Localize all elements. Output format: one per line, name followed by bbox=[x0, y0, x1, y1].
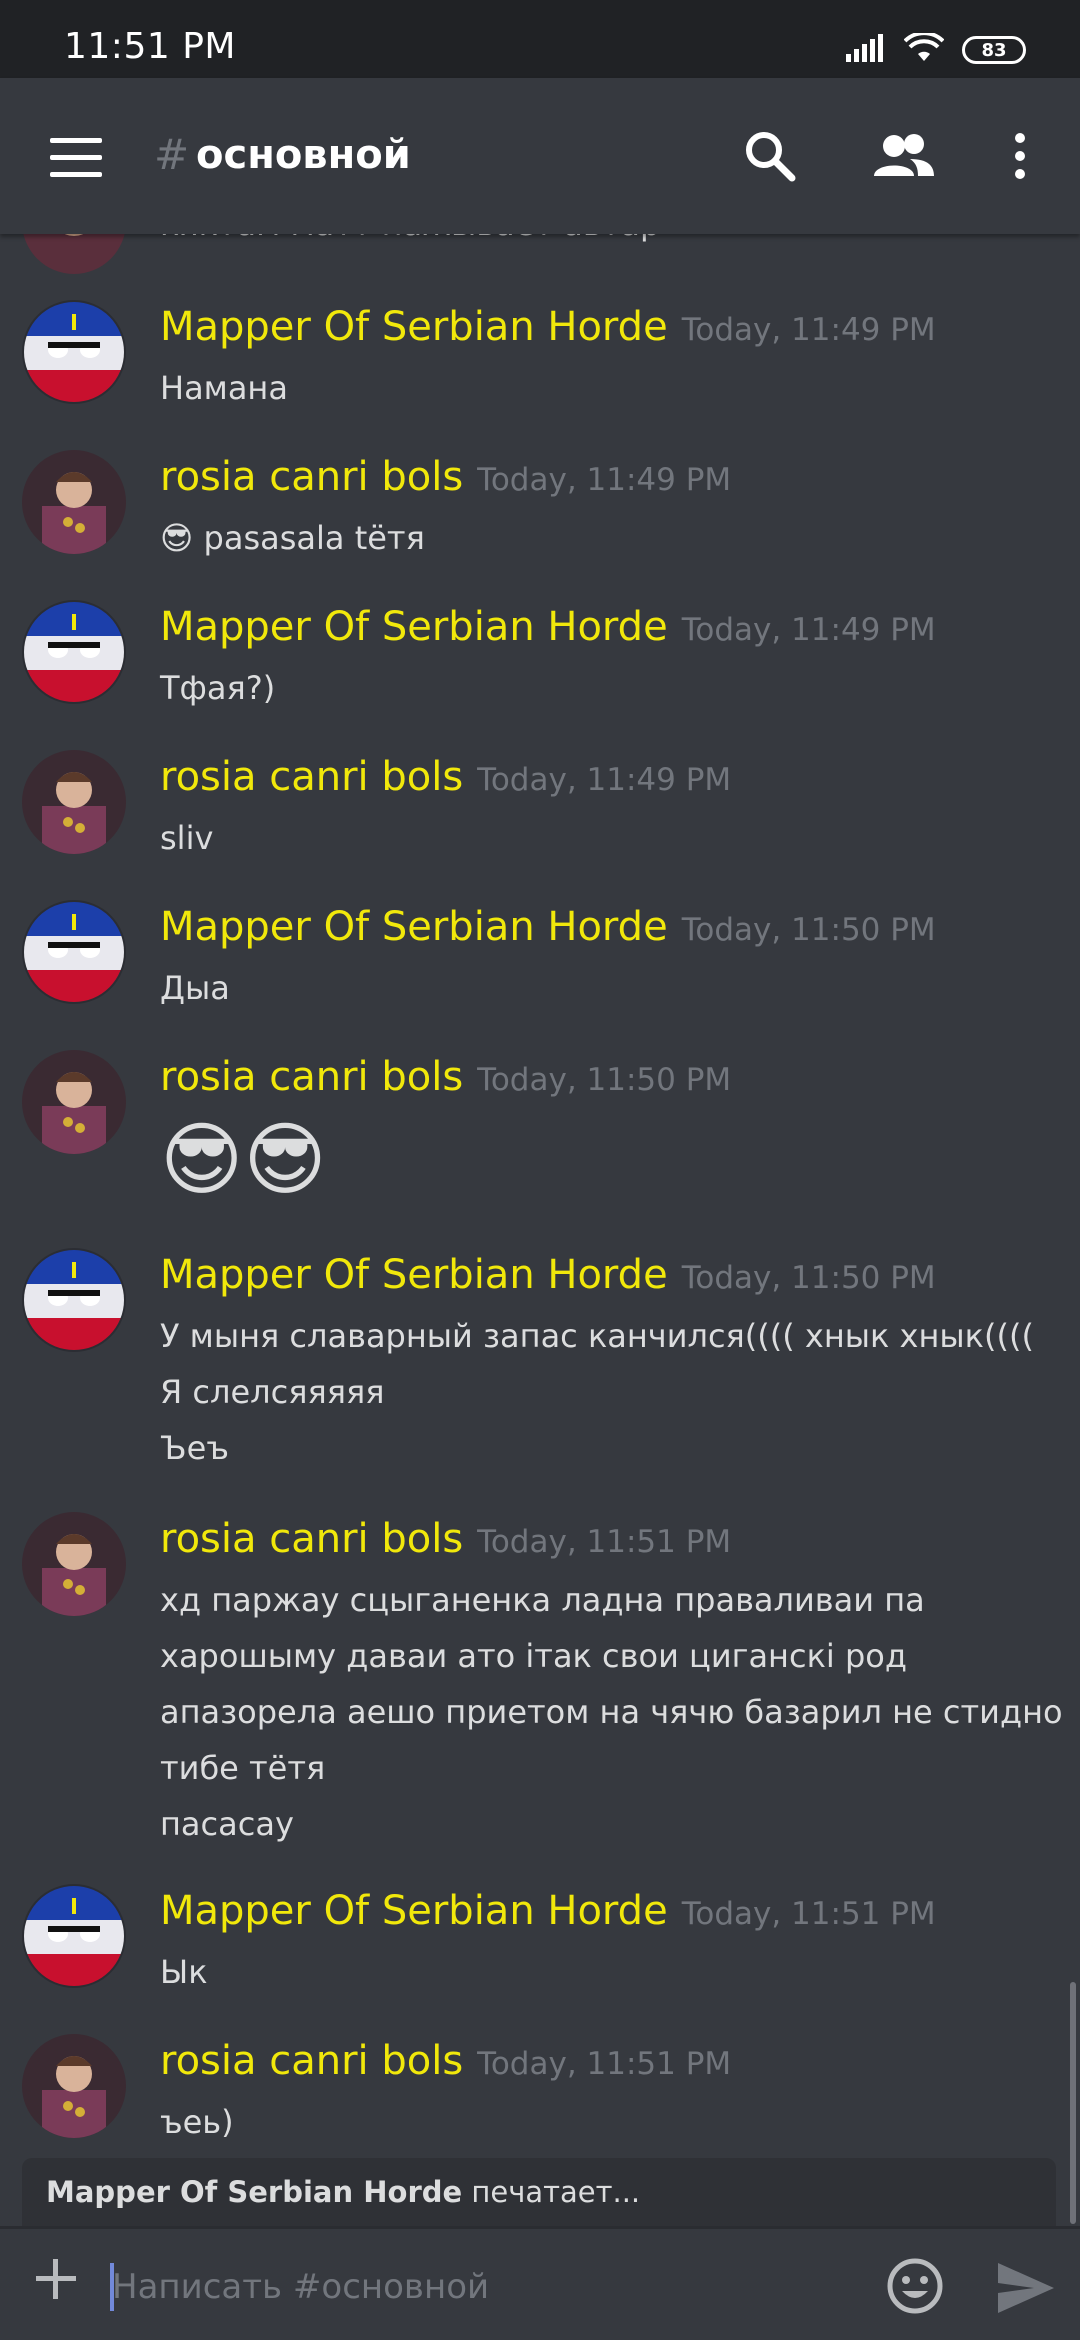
avatar-rosia[interactable] bbox=[22, 1512, 126, 1616]
emoji-picker-icon[interactable] bbox=[886, 2257, 944, 2315]
message-header: Mapper Of Serbian Horde Today, 11:50 PM bbox=[160, 1252, 936, 1298]
timestamp: Today, 11:49 PM bbox=[477, 762, 732, 798]
message-header: Mapper Of Serbian Horde Today, 11:49 PM bbox=[160, 304, 936, 350]
status-icons: 83 bbox=[846, 30, 1026, 70]
message-list[interactable]: кяктам матт пажывает автар Mapper Of Ser… bbox=[0, 234, 1080, 2160]
status-bar: 11:51 PM 83 bbox=[0, 0, 1080, 78]
username[interactable]: rosia canri bols bbox=[160, 454, 463, 500]
typing-text: печатает... bbox=[462, 2175, 641, 2209]
timestamp: Today, 11:50 PM bbox=[681, 912, 936, 948]
channel-name: основной bbox=[196, 132, 411, 178]
sunglasses-emoji-icon: 😎 bbox=[160, 519, 194, 557]
timestamp: Today, 11:51 PM bbox=[477, 2046, 732, 2082]
timestamp: Today, 11:51 PM bbox=[477, 1524, 732, 1560]
avatar-rosia[interactable] bbox=[22, 750, 126, 854]
channel-header: # основной bbox=[0, 78, 1080, 234]
message-text: Дыа bbox=[160, 969, 230, 1007]
username[interactable]: rosia canri bols bbox=[160, 1516, 463, 1562]
message-text: хд паржау сцыганенка ладна праваливаи па… bbox=[160, 1581, 1063, 1843]
typing-user: Mapper Of Serbian Horde bbox=[46, 2175, 463, 2209]
timestamp: Today, 11:49 PM bbox=[477, 462, 732, 498]
avatar-rosia[interactable] bbox=[22, 450, 126, 554]
message-text: ъеь) bbox=[160, 2103, 234, 2141]
timestamp: Today, 11:50 PM bbox=[477, 1062, 732, 1098]
avatar-mapper[interactable] bbox=[22, 1248, 126, 1352]
big-emoji: 😎😎 bbox=[160, 1110, 1060, 1210]
username[interactable]: rosia canri bols bbox=[160, 754, 463, 800]
message-composer bbox=[0, 2226, 1080, 2340]
status-time: 11:51 PM bbox=[64, 26, 236, 67]
username[interactable]: Mapper Of Serbian Horde bbox=[160, 604, 668, 650]
message-header: rosia canri bols Today, 11:50 PM bbox=[160, 1054, 731, 1100]
search-icon[interactable] bbox=[740, 126, 800, 186]
message-text: У мыня славарный запас канчился(((( хнык… bbox=[160, 1317, 1034, 1467]
username[interactable]: Mapper Of Serbian Horde bbox=[160, 304, 668, 350]
username[interactable]: Mapper Of Serbian Horde bbox=[160, 1252, 668, 1298]
message-text: Намана bbox=[160, 369, 288, 407]
add-attachment-icon[interactable] bbox=[34, 2257, 78, 2301]
wifi-icon bbox=[903, 31, 945, 67]
message-header: Mapper Of Serbian Horde Today, 11:49 PM bbox=[160, 604, 936, 650]
username[interactable]: rosia canri bols bbox=[160, 2038, 463, 2084]
timestamp: Today, 11:51 PM bbox=[681, 1896, 936, 1932]
message-header: rosia canri bols Today, 11:49 PM bbox=[160, 454, 731, 500]
send-icon[interactable] bbox=[996, 2261, 1056, 2315]
message-text: sliv bbox=[160, 819, 214, 857]
scrollbar-thumb[interactable] bbox=[1070, 1982, 1076, 2224]
battery-icon: 83 bbox=[962, 36, 1026, 64]
message-header: Mapper Of Serbian Horde Today, 11:51 PM bbox=[160, 1888, 936, 1934]
sunglasses-emoji-icon: 😎😎 bbox=[160, 1113, 327, 1206]
message-input[interactable] bbox=[112, 2257, 852, 2317]
avatar-rosia[interactable] bbox=[22, 1050, 126, 1154]
typing-indicator: Mapper Of Serbian Horde печатает... bbox=[22, 2158, 1056, 2226]
avatar[interactable] bbox=[22, 234, 126, 274]
username[interactable]: Mapper Of Serbian Horde bbox=[160, 904, 668, 950]
message-text: кяктам матт пажывает автар bbox=[160, 234, 1060, 252]
message-text: Тфая?) bbox=[160, 669, 276, 707]
message-header: Mapper Of Serbian Horde Today, 11:50 PM bbox=[160, 904, 936, 950]
username[interactable]: Mapper Of Serbian Horde bbox=[160, 1888, 668, 1934]
signal-icon bbox=[846, 34, 886, 66]
message-text: Ык bbox=[160, 1953, 208, 1991]
message-header: rosia canri bols Today, 11:51 PM bbox=[160, 1516, 731, 1562]
menu-icon[interactable] bbox=[46, 136, 106, 180]
message-header: rosia canri bols Today, 11:51 PM bbox=[160, 2038, 731, 2084]
username[interactable]: rosia canri bols bbox=[160, 1054, 463, 1100]
avatar-mapper[interactable] bbox=[22, 600, 126, 704]
avatar-rosia[interactable] bbox=[22, 2034, 126, 2138]
message-text: 😎 pasasala tëтя bbox=[160, 519, 425, 557]
timestamp: Today, 11:49 PM bbox=[681, 312, 936, 348]
timestamp: Today, 11:50 PM bbox=[681, 1260, 936, 1296]
avatar-mapper[interactable] bbox=[22, 1884, 126, 1988]
avatar-mapper[interactable] bbox=[22, 900, 126, 1004]
channel-hash: # bbox=[154, 130, 190, 179]
message-header: rosia canri bols Today, 11:49 PM bbox=[160, 754, 731, 800]
more-vertical-icon[interactable] bbox=[1000, 126, 1040, 186]
timestamp: Today, 11:49 PM bbox=[681, 612, 936, 648]
avatar-mapper[interactable] bbox=[22, 300, 126, 404]
members-icon[interactable] bbox=[870, 126, 936, 186]
